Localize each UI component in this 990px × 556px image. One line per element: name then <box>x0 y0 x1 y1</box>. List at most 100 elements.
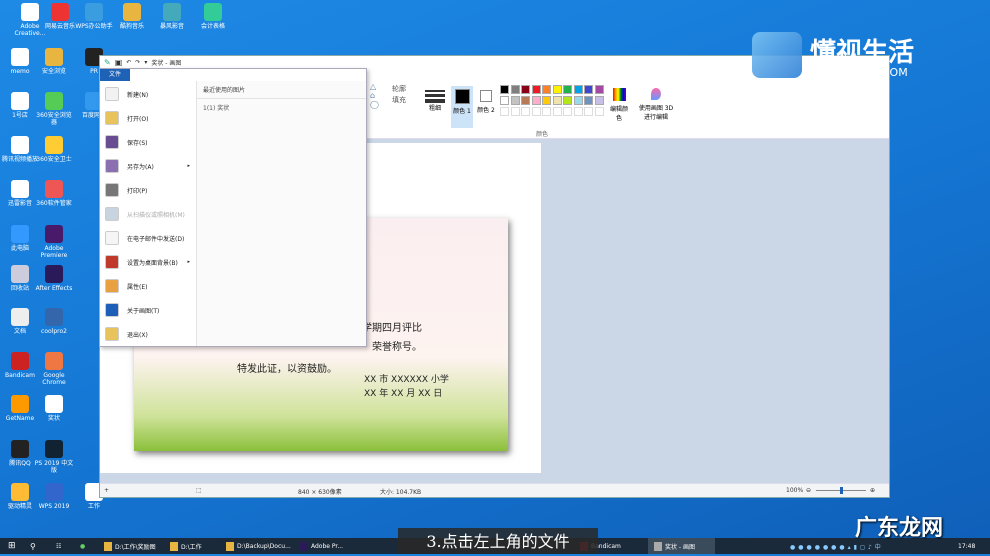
desktop-icon[interactable]: 360安全卫士 <box>34 136 74 163</box>
desktop-icon[interactable]: 奖状 <box>34 395 74 422</box>
edit-colors-button[interactable]: 编辑颜色 <box>610 88 628 122</box>
palette-color-swatch[interactable] <box>521 96 530 105</box>
file-menu-item[interactable]: 另存为(A) ▸ <box>102 155 194 177</box>
desktop-icon[interactable]: Adobe Premiere <box>34 225 74 259</box>
palette-color-swatch[interactable] <box>542 96 551 105</box>
paint-app-icon: ✎ <box>104 57 111 67</box>
desktop-app-icon <box>11 180 29 198</box>
taskbar-item[interactable]: 奖状 - 画图 <box>648 538 715 554</box>
palette-color-swatch[interactable] <box>552 107 562 116</box>
file-menu-item[interactable]: 在电子邮件中发送(D) <box>102 227 194 249</box>
start-button[interactable]: ⊞ <box>8 538 16 554</box>
desktop-icon[interactable]: WPS办公助手 <box>74 3 114 30</box>
palette-color-swatch[interactable] <box>510 96 520 105</box>
palette-color-swatch[interactable] <box>510 85 520 94</box>
printer-icon <box>105 183 119 197</box>
taskbar-item[interactable]: D:\工作\奖励图 <box>104 538 156 554</box>
file-menu-item[interactable]: 从扫描仪或照相机(M) <box>102 203 194 225</box>
palette-color-swatch[interactable] <box>584 85 593 94</box>
zoom-slider-thumb[interactable] <box>840 487 843 494</box>
file-menu-item[interactable]: 退出(X) <box>102 323 194 345</box>
palette-color-swatch[interactable] <box>563 85 572 94</box>
palette-color-swatch[interactable] <box>594 85 604 94</box>
palette-color-swatch[interactable] <box>521 85 530 94</box>
palette-color-swatch[interactable] <box>500 85 509 94</box>
undo-icon[interactable]: ↶ <box>126 59 131 66</box>
palette-color-swatch[interactable] <box>542 107 551 116</box>
file-menu-item[interactable]: 关于画图(T) <box>102 299 194 321</box>
desktop-app-icon <box>85 3 103 21</box>
size-button[interactable]: 粗细 <box>425 90 445 112</box>
palette-color-swatch[interactable] <box>584 107 593 116</box>
desktop-app-icon <box>11 136 29 154</box>
shapes-icon[interactable]: △ ⌂ ◯ <box>370 82 379 109</box>
zoom-in-button[interactable]: ⊕ <box>870 487 875 494</box>
desktop-icon[interactable]: PS 2019 中文版 <box>34 440 74 474</box>
file-menu-item[interactable]: 属性(E) <box>102 275 194 297</box>
save-icon[interactable]: ▣ <box>115 58 123 67</box>
fill-button[interactable]: 填充 <box>392 95 406 105</box>
palette-color-swatch[interactable] <box>531 85 541 94</box>
desktop-app-icon <box>45 352 63 370</box>
desktop-icon[interactable]: 会计表格 <box>193 3 233 30</box>
desktop-icon[interactable]: 360软件管家 <box>34 180 74 207</box>
search-icon[interactable]: ⚲ <box>30 538 36 554</box>
file-menu-item[interactable]: 新建(N) <box>102 83 194 105</box>
app-icon[interactable]: ● <box>80 538 85 554</box>
palette-color-swatch[interactable] <box>594 107 604 116</box>
color1-button[interactable]: 颜色 1 <box>451 86 473 128</box>
palette-color-swatch[interactable] <box>573 85 583 94</box>
recent-item[interactable]: 1(1) 奖状 <box>197 99 366 116</box>
palette-color-swatch[interactable] <box>563 107 572 116</box>
desktop-app-icon <box>45 225 63 243</box>
palette-color-swatch[interactable] <box>510 107 520 116</box>
quick-access-dropdown[interactable]: ▾ <box>144 59 147 66</box>
task-view-icon[interactable]: ☷ <box>56 538 61 554</box>
paint3d-button[interactable]: 使用画图 3D 进行编辑 <box>636 88 676 121</box>
desktop-icon[interactable]: 安全浏览 <box>34 48 74 75</box>
taskbar-item[interactable]: D:\Backup\Docu... <box>226 538 291 554</box>
palette-color-swatch[interactable] <box>584 96 593 105</box>
palette-color-swatch[interactable] <box>594 96 604 105</box>
new-file-icon <box>105 87 119 101</box>
zoom-out-button[interactable]: ⊖ <box>806 487 811 494</box>
palette-color-swatch[interactable] <box>521 107 530 116</box>
palette-color-swatch[interactable] <box>500 96 509 105</box>
palette-color-swatch[interactable] <box>531 107 541 116</box>
taskbar-app-icon <box>104 541 112 551</box>
palette-color-swatch[interactable] <box>573 96 583 105</box>
palette-color-swatch[interactable] <box>573 107 583 116</box>
zoom-slider[interactable] <box>816 487 866 494</box>
color2-button[interactable]: 颜色 2 <box>476 86 496 114</box>
clock[interactable]: 17:48 <box>958 538 975 554</box>
desktop-app-icon <box>45 136 63 154</box>
certificate-text: 学期四月评比 <box>362 323 422 334</box>
desktop-icon[interactable]: WPS 2019 <box>34 483 74 510</box>
desktop-icon[interactable]: Google Chrome <box>34 352 74 386</box>
file-menu-item[interactable]: 打印(P) <box>102 179 194 201</box>
redo-icon[interactable]: ↷ <box>135 59 140 66</box>
desktop-icon[interactable]: 暴风影音 <box>152 3 192 30</box>
palette-color-swatch[interactable] <box>563 96 572 105</box>
save-as-icon <box>105 159 119 173</box>
palette-color-swatch[interactable] <box>500 107 509 116</box>
file-menu-item[interactable]: 保存(S) <box>102 131 194 153</box>
desktop-icon[interactable]: coolpro2 <box>34 308 74 335</box>
file-tab[interactable]: 文件 <box>100 69 130 81</box>
palette-color-swatch[interactable] <box>531 96 541 105</box>
desktop-icon[interactable]: After Effects <box>34 265 74 292</box>
desktop-icon[interactable]: 酷狗音乐 <box>112 3 152 30</box>
outline-button[interactable]: 轮廓 <box>392 84 406 94</box>
email-icon <box>105 231 119 245</box>
taskbar-item[interactable]: Adobe Pr... <box>300 538 343 554</box>
palette-color-swatch[interactable] <box>552 96 562 105</box>
paint3d-icon <box>651 88 661 100</box>
taskbar-item[interactable]: D:\工作 <box>170 538 202 554</box>
palette-color-swatch[interactable] <box>542 85 551 94</box>
exit-icon <box>105 327 119 341</box>
file-menu-item[interactable]: 打开(O) <box>102 107 194 129</box>
add-icon: + <box>104 487 110 494</box>
file-menu-item[interactable]: 设置为桌面背景(B) ▸ <box>102 251 194 273</box>
desktop-icon[interactable]: 360安全浏览器 <box>34 92 74 126</box>
palette-color-swatch[interactable] <box>552 85 562 94</box>
